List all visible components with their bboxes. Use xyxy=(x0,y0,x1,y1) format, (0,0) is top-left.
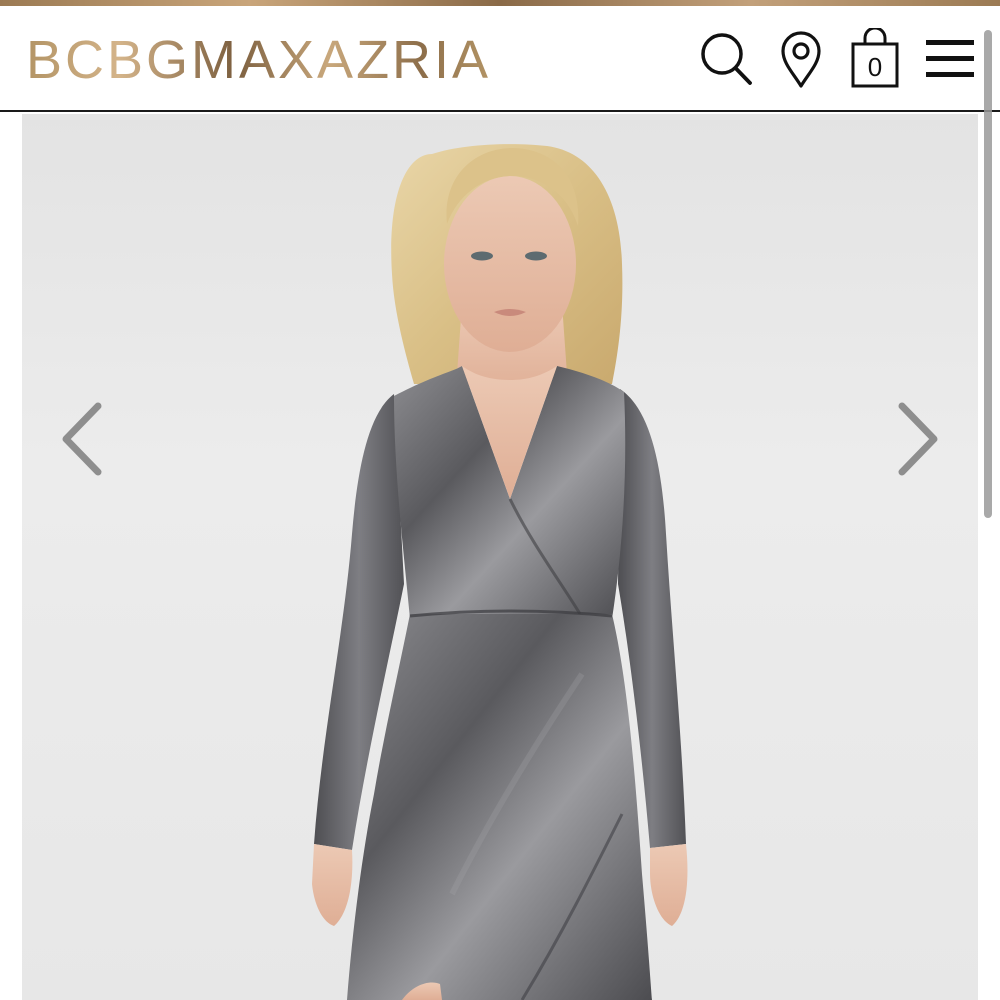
search-button[interactable] xyxy=(698,30,754,88)
map-pin-icon xyxy=(781,31,821,88)
site-header: BCBGMAXAZRIA 0 xyxy=(0,6,1000,112)
bag-count-badge: 0 xyxy=(867,52,883,82)
page-scrollbar[interactable] xyxy=(984,30,992,518)
next-image-button[interactable] xyxy=(892,400,942,478)
shopping-bag-button[interactable]: 0 xyxy=(848,28,902,90)
product-image-carousel[interactable] xyxy=(22,114,978,1000)
product-photo xyxy=(312,144,688,1000)
hamburger-menu-icon xyxy=(926,40,974,77)
store-locator-button[interactable] xyxy=(778,30,824,90)
previous-image-button[interactable] xyxy=(58,400,108,478)
chevron-right-icon xyxy=(898,402,938,476)
search-icon xyxy=(701,33,752,85)
chevron-left-icon xyxy=(62,402,102,476)
menu-button[interactable] xyxy=(924,38,976,82)
brand-logo[interactable]: BCBGMAXAZRIA xyxy=(26,30,491,90)
